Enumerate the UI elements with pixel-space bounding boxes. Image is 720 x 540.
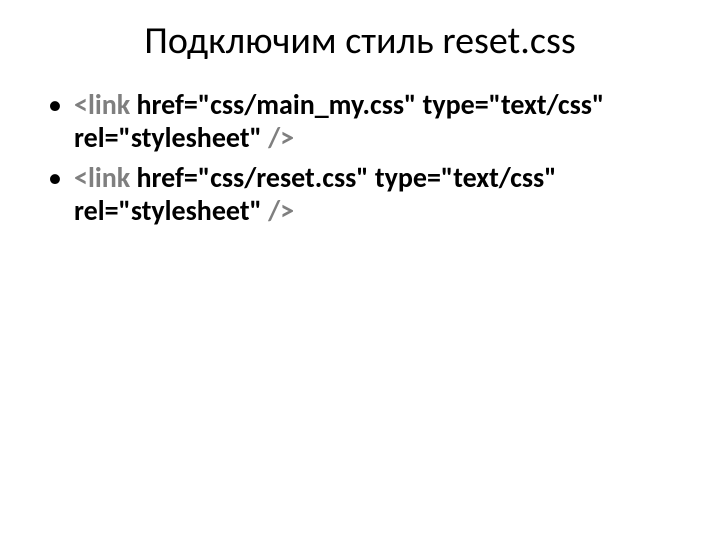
code-attrs: href="css/reset.css" type="text/css" rel… xyxy=(74,160,556,229)
bullet-list: <link href="css/main_my.css" type="text/… xyxy=(46,88,674,228)
code-block: <link href="css/reset.css" type="text/cs… xyxy=(74,161,674,228)
list-item: <link href="css/reset.css" type="text/cs… xyxy=(48,161,674,228)
code-open: <link xyxy=(74,160,130,195)
code-close: /> xyxy=(268,120,294,155)
slide: Подключим стиль reset.css <link href="cs… xyxy=(0,0,720,540)
code-open: <link xyxy=(74,87,130,122)
code-attrs: href="css/main_my.css" type="text/css" r… xyxy=(74,87,604,156)
slide-title: Подключим стиль reset.css xyxy=(46,20,674,64)
code-close: /> xyxy=(268,193,294,228)
list-item: <link href="css/main_my.css" type="text/… xyxy=(48,88,674,155)
